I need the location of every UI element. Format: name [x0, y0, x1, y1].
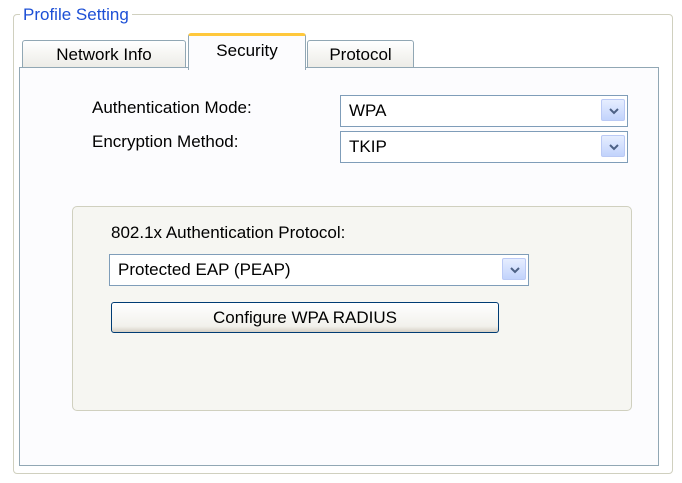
- configure-wpa-radius-button[interactable]: Configure WPA RADIUS: [111, 302, 499, 333]
- profile-setting-legend: Profile Setting: [20, 4, 132, 26]
- encryption-method-value: TKIP: [349, 137, 387, 156]
- authentication-mode-label: Authentication Mode:: [92, 98, 252, 117]
- authentication-mode-value: WPA: [349, 101, 387, 120]
- auth-protocol-value: Protected EAP (PEAP): [118, 260, 291, 279]
- security-tab-panel: Authentication Mode: WPA Encryption Meth…: [19, 67, 659, 466]
- tab-security[interactable]: Security: [188, 33, 306, 70]
- chevron-down-icon[interactable]: [601, 99, 625, 121]
- chevron-down-icon[interactable]: [502, 258, 526, 280]
- encryption-method-select[interactable]: TKIP: [340, 131, 628, 163]
- tab-network-info[interactable]: Network Info: [22, 40, 186, 68]
- authentication-mode-select[interactable]: WPA: [340, 95, 628, 127]
- chevron-down-icon[interactable]: [601, 135, 625, 157]
- auth-protocol-group: 802.1x Authentication Protocol: Protecte…: [72, 206, 632, 411]
- encryption-method-label: Encryption Method:: [92, 132, 239, 151]
- auth-protocol-label: 802.1x Authentication Protocol:: [111, 223, 346, 242]
- tab-protocol[interactable]: Protocol: [307, 40, 414, 68]
- auth-protocol-select[interactable]: Protected EAP (PEAP): [109, 254, 529, 286]
